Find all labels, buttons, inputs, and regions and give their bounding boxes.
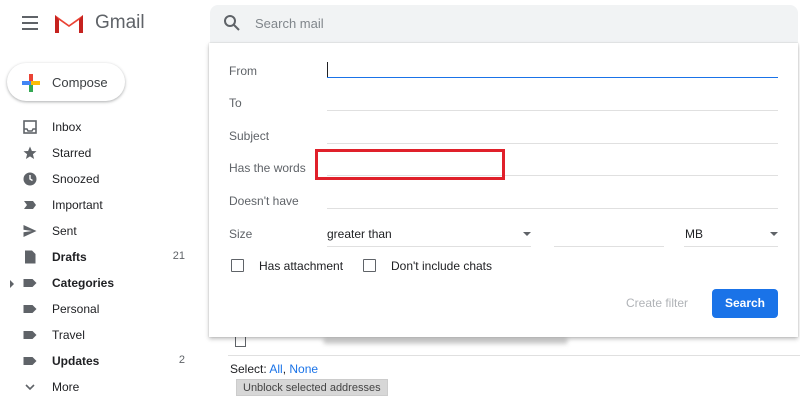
sidebar-item-drafts[interactable]: Drafts 21 (0, 245, 205, 271)
size-value-input[interactable] (554, 225, 664, 247)
size-label: Size (229, 227, 253, 241)
sidebar-item-count: 21 (172, 250, 185, 262)
search-button[interactable]: Search (712, 289, 778, 318)
expand-caret-icon[interactable] (10, 280, 14, 288)
sidebar-item-label: Sent (52, 224, 77, 238)
sidebar-item-personal[interactable]: Personal (0, 297, 205, 323)
size-operator-value: greater than (327, 227, 392, 241)
sidebar-item-starred[interactable]: Starred (0, 141, 205, 167)
has-attachment-checkbox[interactable] (231, 259, 244, 272)
dont-include-chats-label: Don't include chats (391, 259, 493, 273)
sidebar-item-label: More (52, 380, 80, 394)
label-icon (23, 331, 37, 339)
size-unit-select[interactable]: MB (684, 225, 778, 247)
size-operator-select[interactable]: greater than (327, 225, 531, 247)
dropdown-arrow-icon (770, 232, 778, 236)
sidebar-item-updates[interactable]: Updates 2 (0, 349, 205, 375)
subject-label: Subject (229, 129, 270, 143)
select-all-link[interactable]: All (269, 362, 282, 376)
draft-icon (25, 250, 36, 264)
sidebar-item-sent[interactable]: Sent (0, 219, 205, 245)
select-none-link[interactable]: None (289, 362, 318, 376)
search-input[interactable]: Search mail (255, 16, 324, 31)
sidebar-item-travel[interactable]: Travel (0, 323, 205, 349)
dont-include-chats-checkbox[interactable] (363, 259, 376, 272)
doesnt-have-label: Doesn't have (229, 194, 299, 208)
to-field[interactable] (327, 110, 778, 111)
has-words-label: Has the words (229, 161, 306, 175)
plus-icon (22, 74, 40, 92)
star-icon (23, 146, 37, 159)
subject-field[interactable] (327, 143, 778, 144)
select-controls: Select: All, None (230, 362, 318, 376)
clock-icon (23, 172, 37, 186)
label-icon (23, 357, 37, 365)
highlight-annotation-box (315, 149, 505, 180)
important-icon (24, 201, 36, 209)
dropdown-arrow-icon (523, 232, 531, 236)
row-checkbox[interactable] (235, 336, 246, 347)
text-cursor (327, 62, 328, 77)
inbox-icon (23, 120, 37, 134)
sidebar-item-snoozed[interactable]: Snoozed (0, 167, 205, 193)
has-attachment-label: Has attachment (259, 259, 344, 273)
chevron-down-icon (25, 384, 35, 391)
sidebar-item-label: Starred (52, 146, 92, 160)
from-label: From (229, 64, 257, 78)
create-filter-button[interactable]: Create filter (626, 296, 688, 310)
search-icon[interactable] (223, 14, 241, 32)
compose-label: Compose (52, 75, 108, 90)
blurred-row-content (323, 338, 568, 344)
sidebar-item-categories[interactable]: Categories (0, 271, 205, 297)
gmail-logo[interactable] (53, 11, 85, 35)
label-icon (23, 279, 37, 287)
from-field[interactable] (327, 77, 778, 78)
size-unit-value: MB (685, 227, 703, 241)
sidebar-item-label: Travel (52, 328, 85, 342)
sidebar-item-label: Important (52, 198, 103, 212)
sidebar-item-more[interactable]: More (0, 375, 205, 401)
select-prefix: Select: (230, 362, 267, 376)
label-icon (23, 305, 37, 313)
unblock-selected-button[interactable]: Unblock selected addresses (236, 379, 388, 396)
compose-button[interactable]: Compose (7, 63, 125, 101)
sidebar-item-label: Categories (52, 276, 115, 290)
gmail-brand-text: Gmail (95, 12, 145, 33)
sidebar-item-label: Drafts (52, 250, 87, 264)
search-options-panel: From To Subject Has the words Doesn't ha… (209, 43, 798, 337)
sidebar-item-inbox[interactable]: Inbox (0, 115, 205, 141)
gmail-app: Gmail Search mail Compose Inbox Starred … (0, 0, 800, 401)
send-icon (23, 225, 37, 237)
sidebar-item-label: Personal (52, 302, 100, 316)
sidebar-item-label: Updates (52, 354, 100, 368)
to-label: To (229, 96, 242, 110)
sidebar-item-label: Inbox (52, 120, 82, 134)
doesnt-have-field[interactable] (327, 208, 778, 209)
sidebar-item-count: 2 (178, 354, 185, 366)
sidebar-item-important[interactable]: Important (0, 193, 205, 219)
main-menu-icon[interactable] (22, 16, 38, 30)
sidebar-item-label: Snoozed (52, 172, 100, 186)
